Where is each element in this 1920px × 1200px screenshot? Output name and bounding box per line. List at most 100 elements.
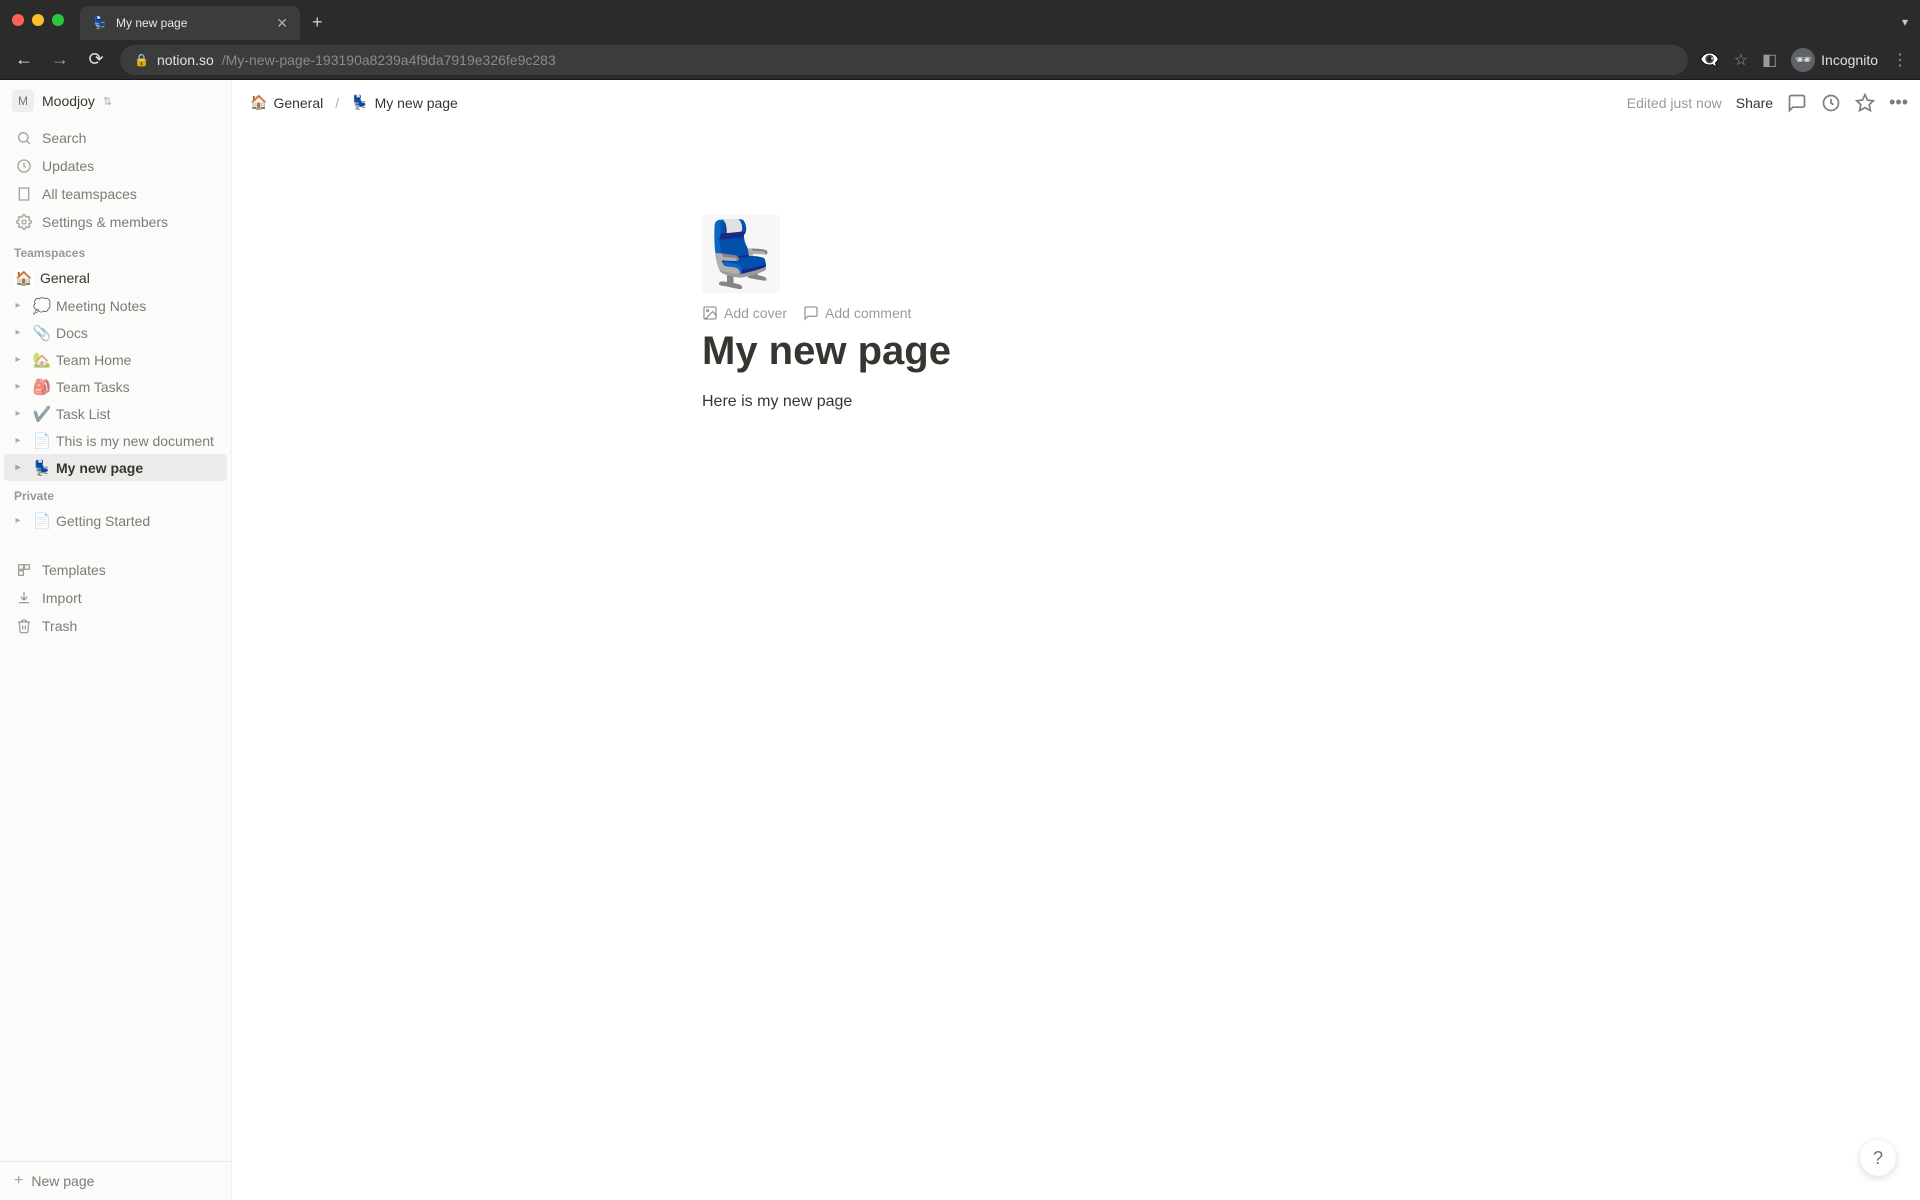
sidebar-page-item[interactable]: ▸✔️Task List (4, 400, 227, 427)
sidebar-import-label: Import (42, 590, 82, 606)
sidebar-page-item[interactable]: ▸🏡Team Home (4, 346, 227, 373)
window-controls (12, 14, 64, 26)
sidebar-trash[interactable]: Trash (4, 612, 227, 640)
add-cover-label: Add cover (724, 305, 787, 321)
sidebar-page-item[interactable]: ▸💭Meeting Notes (4, 292, 227, 319)
tab-overflow-button[interactable]: ▾ (1902, 15, 1908, 29)
page-label: Meeting Notes (56, 298, 146, 314)
page-icon[interactable]: 💺 (702, 215, 780, 293)
sidebar-page-item[interactable]: ▸📎Docs (4, 319, 227, 346)
page-label: Task List (56, 406, 110, 422)
sidebar-search-label: Search (42, 130, 86, 146)
page-body-text[interactable]: Here is my new page (702, 393, 1132, 411)
window-minimize-button[interactable] (32, 14, 44, 26)
incognito-icon: 🕶 (1791, 48, 1815, 72)
plus-icon: + (14, 1172, 23, 1190)
window-maximize-button[interactable] (52, 14, 64, 26)
sidebar-private-page-item[interactable]: ▸📄Getting Started (4, 507, 227, 534)
browser-reload-button[interactable]: ⟳ (84, 49, 108, 70)
seat-emoji-icon: 💺 (702, 215, 780, 293)
templates-icon (14, 560, 34, 580)
chevron-right-icon[interactable]: ▸ (8, 404, 28, 424)
private-header: Private (0, 481, 231, 507)
image-icon (702, 305, 718, 321)
page-title[interactable]: My new page (702, 327, 1132, 375)
trash-icon (14, 616, 34, 636)
page-emoji-icon: 📄 (32, 512, 52, 530)
favorite-star-icon[interactable] (1855, 93, 1875, 113)
add-comment-label: Add comment (825, 305, 911, 321)
chevron-right-icon[interactable]: ▸ (8, 511, 28, 531)
chevron-right-icon[interactable]: ▸ (8, 458, 28, 478)
sidebar-page-item[interactable]: ▸💺My new page (4, 454, 227, 481)
workspace-switcher[interactable]: M Moodjoy ⇅ (0, 80, 231, 122)
sidebar-settings[interactable]: Settings & members (4, 208, 227, 236)
help-button[interactable]: ? (1860, 1140, 1896, 1176)
share-button[interactable]: Share (1736, 95, 1773, 111)
sidebar-page-item[interactable]: ▸📄This is my new document (4, 427, 227, 454)
add-cover-button[interactable]: Add cover (702, 305, 787, 321)
bookmark-star-icon[interactable]: ☆ (1734, 50, 1748, 70)
page-emoji-icon: 🎒 (32, 378, 52, 396)
sidebar-templates-label: Templates (42, 562, 106, 578)
page-label: Team Home (56, 352, 131, 368)
chevron-right-icon[interactable]: ▸ (8, 377, 28, 397)
sidebar-settings-label: Settings & members (42, 214, 168, 230)
breadcrumb-current-page[interactable]: 💺 My new page (345, 90, 464, 115)
history-icon[interactable] (1821, 93, 1841, 113)
sidebar-templates[interactable]: Templates (4, 556, 227, 584)
sidebar-import[interactable]: Import (4, 584, 227, 612)
comment-icon (803, 305, 819, 321)
tab-favicon-icon: 💺 (92, 15, 108, 31)
browser-forward-button[interactable]: → (48, 49, 72, 70)
page-emoji-icon: 📄 (32, 432, 52, 450)
breadcrumb-label: My new page (375, 95, 458, 111)
add-comment-button[interactable]: Add comment (803, 305, 911, 321)
breadcrumb-emoji-icon: 💺 (351, 94, 368, 111)
page-label: This is my new document (56, 433, 214, 449)
browser-toolbar: ← → ⟳ 🔒 notion.so/My-new-page-193190a823… (0, 40, 1920, 80)
chevron-updown-icon: ⇅ (103, 95, 112, 108)
incognito-label: Incognito (1821, 52, 1878, 68)
gear-icon (14, 212, 34, 232)
page-label: My new page (56, 460, 143, 476)
browser-back-button[interactable]: ← (12, 49, 36, 70)
building-icon (14, 184, 34, 204)
page-label: Team Tasks (56, 379, 130, 395)
more-menu-button[interactable]: ••• (1889, 92, 1908, 113)
download-icon (14, 588, 34, 608)
page-emoji-icon: ✔️ (32, 405, 52, 423)
browser-menu-button[interactable]: ⋮ (1892, 50, 1908, 70)
workspace-name: Moodjoy (42, 93, 95, 109)
comments-icon[interactable] (1787, 93, 1807, 113)
page-label: Docs (56, 325, 88, 341)
panel-icon[interactable]: ◧ (1762, 50, 1777, 70)
sidebar-page-item[interactable]: ▸🎒Team Tasks (4, 373, 227, 400)
breadcrumb: 🏠 General / 💺 My new page (244, 90, 464, 115)
new-page-button[interactable]: + New page (0, 1161, 231, 1200)
sidebar-all-teamspaces-label: All teamspaces (42, 186, 137, 202)
chevron-right-icon[interactable]: ▸ (8, 296, 28, 316)
sidebar-trash-label: Trash (42, 618, 77, 634)
teamspace-name: General (40, 270, 90, 286)
browser-tab[interactable]: 💺 My new page ✕ (80, 6, 300, 40)
lock-icon: 🔒 (134, 53, 149, 67)
incognito-badge[interactable]: 🕶 Incognito (1791, 48, 1878, 72)
chevron-right-icon[interactable]: ▸ (8, 350, 28, 370)
teamspace-general[interactable]: 🏠 General (4, 264, 227, 292)
browser-address-bar[interactable]: 🔒 notion.so/My-new-page-193190a8239a4f9d… (120, 45, 1688, 75)
chevron-right-icon[interactable]: ▸ (8, 431, 28, 451)
breadcrumb-general[interactable]: 🏠 General (244, 90, 329, 115)
chevron-right-icon[interactable]: ▸ (8, 323, 28, 343)
tab-close-button[interactable]: ✕ (276, 15, 288, 32)
sidebar-search[interactable]: Search (4, 124, 227, 152)
eye-off-icon[interactable]: 👁‍🗨 (1700, 50, 1720, 70)
teamspaces-header: Teamspaces (0, 238, 231, 264)
page-emoji-icon: 📎 (32, 324, 52, 342)
edited-timestamp: Edited just now (1627, 95, 1722, 111)
window-close-button[interactable] (12, 14, 24, 26)
sidebar-all-teamspaces[interactable]: All teamspaces (4, 180, 227, 208)
sidebar-updates[interactable]: Updates (4, 152, 227, 180)
new-tab-button[interactable]: + (312, 12, 323, 33)
teamspace-emoji-icon: 🏠 (14, 268, 34, 288)
